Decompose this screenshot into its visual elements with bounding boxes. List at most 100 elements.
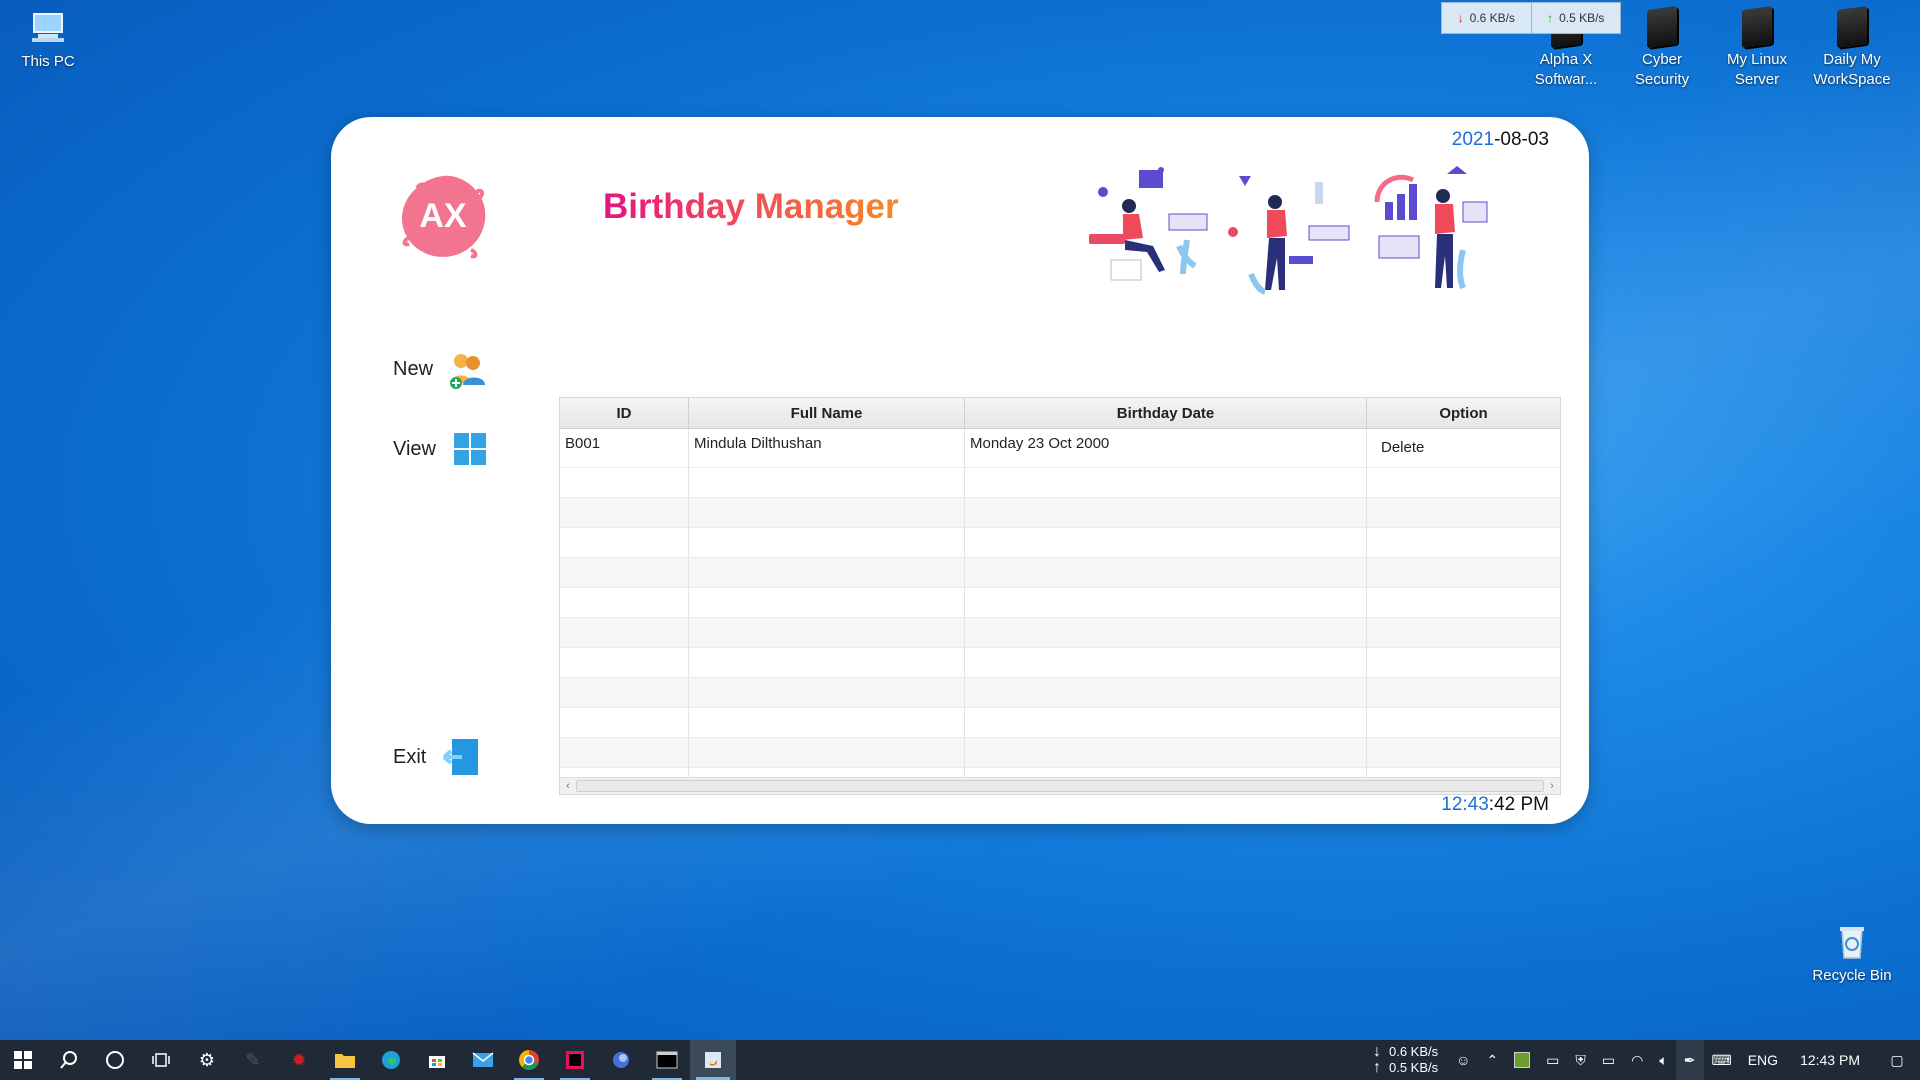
column-header-id[interactable]: ID [560, 398, 689, 428]
cell-birthday: Monday 23 Oct 2000 [965, 429, 1367, 467]
current-time: 12:43:42 PM [1441, 794, 1549, 816]
desktop-icon-linux-server[interactable]: My Linux Server [1709, 5, 1805, 90]
computer-icon [28, 8, 68, 48]
tray-volume[interactable]: 🔈︎ [1651, 1040, 1675, 1080]
desktop-icon-recycle-bin[interactable]: Recycle Bin [1804, 922, 1900, 986]
wifi-icon: ◠ [1631, 1051, 1644, 1068]
new-label: New [393, 357, 434, 380]
empty-row [560, 468, 1560, 498]
edge-icon [382, 1051, 400, 1069]
people-illustration [1079, 162, 1499, 302]
desktop-icon-label: Daily My WorkSpace [1813, 51, 1891, 88]
scroll-right-icon[interactable]: › [1544, 778, 1560, 794]
desktop-icon-label: Cyber Security [1634, 51, 1690, 88]
search-button[interactable] [46, 1040, 92, 1080]
taskbar-edge[interactable] [368, 1040, 414, 1080]
taskbar: ⚙ ✎ ✹ ↓ ↑ 0.6 KB/s 0.5 KB/s ☺ ⌃ ▭ ⛨ ▭ ◠ … [0, 1040, 1920, 1080]
cortana-button[interactable] [92, 1040, 138, 1080]
empty-row [560, 588, 1560, 618]
task-view-button[interactable] [138, 1040, 184, 1080]
chevron-up-icon: ⌃ [1486, 1051, 1499, 1068]
shield-icon: ⛨ [1575, 1051, 1586, 1068]
pen-workspace-icon: ✒ [1683, 1051, 1696, 1068]
windows-icon [14, 1051, 32, 1069]
tray-battery[interactable]: ▭ [1594, 1040, 1623, 1080]
taskbar-store[interactable] [414, 1040, 460, 1080]
download-arrow-icon: ↓ [1457, 11, 1464, 25]
start-button[interactable] [0, 1040, 46, 1080]
net-arrows-icon: ↓ ↑ [1373, 1043, 1381, 1076]
desktop-icon-this-pc[interactable]: This PC [0, 8, 96, 72]
tray-wifi[interactable]: ◠ [1623, 1040, 1651, 1080]
taskbar-java-app[interactable] [690, 1040, 736, 1080]
empty-row [560, 648, 1560, 678]
folder-icon [1742, 5, 1772, 49]
notification-icon: ▢ [1890, 1051, 1904, 1068]
column-header-option[interactable]: Option [1367, 398, 1560, 428]
taskbar-app-pen[interactable]: ✎ [230, 1040, 276, 1080]
tray-defender[interactable]: ⛨ [1567, 1040, 1594, 1080]
column-header-birthday-date[interactable]: Birthday Date [965, 398, 1367, 428]
desktop-icon-label: My Linux Server [1726, 51, 1788, 88]
table-row[interactable]: B001 Mindula Dilthushan Monday 23 Oct 20… [560, 429, 1560, 468]
net-upload-value: 0.5 KB/s [1559, 11, 1605, 25]
date-month-day: -08-03 [1494, 129, 1549, 150]
upload-arrow-icon: ↑ [1547, 11, 1554, 25]
camera-icon: ▭ [1546, 1051, 1560, 1068]
taskbar-settings[interactable]: ⚙ [184, 1040, 230, 1080]
taskbar-intellij[interactable] [552, 1040, 598, 1080]
tray-camera[interactable]: ▭ [1538, 1040, 1567, 1080]
gear-icon: ⚙ [198, 1049, 216, 1070]
action-center-button[interactable]: ▢ [1874, 1040, 1920, 1080]
tray-pen[interactable]: ✒ [1675, 1040, 1704, 1080]
desktop-icon-daily-workspace[interactable]: Daily My WorkSpace [1804, 5, 1900, 90]
delete-button[interactable]: Delete [1367, 429, 1560, 467]
folder-icon [1647, 5, 1677, 49]
birthday-table[interactable]: ID Full Name Birthday Date Option B001 M… [559, 397, 1561, 795]
desktop-icon-cyber-security[interactable]: Cyber Security [1614, 5, 1710, 90]
new-button[interactable]: New [393, 349, 487, 389]
exit-button[interactable]: Exit [393, 737, 480, 777]
current-date: 2021-08-03 [1452, 129, 1549, 151]
scroll-thumb[interactable] [576, 780, 1544, 792]
net-upload: ↑ 0.5 KB/s [1532, 3, 1621, 33]
tray-people[interactable]: ☺ [1448, 1040, 1478, 1080]
horizontal-scrollbar[interactable]: ‹ › [560, 777, 1560, 794]
search-icon [60, 1051, 77, 1069]
tray-net-down: 0.6 KB/s [1389, 1044, 1439, 1059]
desktop-icon-label: Recycle Bin [1812, 967, 1892, 984]
desktop-icon-label: This PC [21, 53, 75, 70]
grid-view-icon [450, 429, 490, 469]
taskbar-chrome[interactable] [506, 1040, 552, 1080]
exit-label: Exit [393, 745, 427, 768]
folder-icon [335, 1054, 355, 1068]
tray-clock[interactable]: 12:43 PM [1786, 1052, 1874, 1068]
view-label: View [393, 437, 436, 460]
date-year: 2021 [1451, 129, 1495, 150]
time-seconds-ampm: :42 PM [1488, 794, 1549, 815]
scroll-left-icon[interactable]: ‹ [560, 778, 576, 794]
tray-keyboard[interactable]: ⌨ [1704, 1040, 1740, 1080]
column-header-full-name[interactable]: Full Name [689, 398, 965, 428]
tray-net-up: 0.5 KB/s [1389, 1060, 1439, 1075]
tray-net-speed: ↓ ↑ 0.6 KB/s 0.5 KB/s [1363, 1040, 1448, 1080]
birthday-manager-window: 2021-08-03 AX Birthday Manager New View … [331, 117, 1589, 824]
taskbar-mail[interactable] [460, 1040, 506, 1080]
tray-chevron[interactable]: ⌃ [1478, 1040, 1506, 1080]
app-logo: AX [397, 172, 489, 260]
net-download-value: 0.6 KB/s [1469, 11, 1515, 25]
tray-language[interactable]: ENG [1740, 1040, 1786, 1080]
folder-icon [1837, 5, 1867, 49]
view-button[interactable]: View [393, 429, 490, 469]
taskbar-app-blue[interactable] [598, 1040, 644, 1080]
cell-id: B001 [560, 429, 689, 467]
taskbar-terminal[interactable] [644, 1040, 690, 1080]
tray-app-green[interactable] [1506, 1040, 1538, 1080]
taskbar-app-red[interactable]: ✹ [276, 1040, 322, 1080]
table-body: B001 Mindula Dilthushan Monday 23 Oct 20… [560, 429, 1560, 794]
keyboard-icon: ⌨ [1711, 1051, 1732, 1068]
title-part-1: Birthday [603, 187, 745, 226]
taskbar-file-explorer[interactable] [322, 1040, 368, 1080]
app-title: Birthday Manager [603, 187, 899, 227]
empty-row [560, 708, 1560, 738]
